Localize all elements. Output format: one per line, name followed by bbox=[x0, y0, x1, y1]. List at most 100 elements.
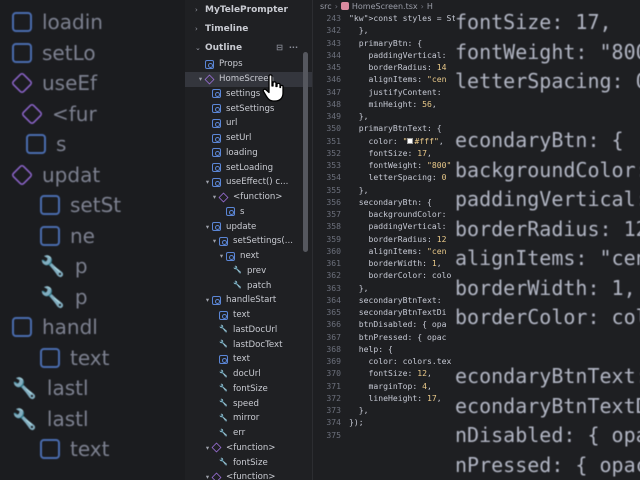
section-timeline[interactable]: › Timeline bbox=[185, 19, 312, 38]
code-line: 372 lineHeight: 17, bbox=[313, 392, 455, 404]
outline-item[interactable]: 🔧 fontSize bbox=[185, 455, 312, 470]
function-icon bbox=[10, 71, 34, 95]
chevron-down-icon[interactable]: ▾ bbox=[217, 252, 226, 260]
line-number: 372 bbox=[326, 392, 341, 403]
section-project[interactable]: › MyTelePrompter bbox=[185, 0, 312, 19]
outline-item[interactable]: 🔧 docUrl bbox=[185, 367, 312, 382]
line-number: 374 bbox=[326, 417, 341, 428]
outline-item[interactable]: 🔧 err bbox=[185, 426, 312, 441]
code-text: primaryBtn: { bbox=[349, 37, 423, 48]
breadcrumb-file[interactable]: HomeScreen.tsx bbox=[352, 2, 418, 11]
line-number: 350 bbox=[326, 123, 341, 134]
outline-item[interactable]: 🔧 lastDocText bbox=[185, 337, 312, 352]
line-number: 352 bbox=[326, 147, 341, 158]
outline-item[interactable]: Props bbox=[185, 57, 312, 72]
code-line: 342 }, bbox=[313, 24, 455, 36]
variable-icon bbox=[12, 42, 32, 63]
outline-item-label: next bbox=[240, 251, 260, 262]
code-text: fontSize: 17, bbox=[349, 147, 432, 158]
hand-pointer-cursor-icon bbox=[262, 74, 284, 102]
variable-icon bbox=[219, 354, 228, 364]
outline-item-label: settings bbox=[226, 88, 261, 99]
wrench-icon: 🔧 bbox=[219, 413, 228, 422]
line-number: 346 bbox=[326, 74, 341, 85]
code-line: 363 }, bbox=[313, 282, 455, 294]
variable-icon bbox=[212, 148, 221, 158]
chevron-down-icon[interactable]: ▾ bbox=[203, 296, 212, 304]
outline-item[interactable]: ▾ <function> bbox=[185, 441, 312, 456]
outline-item-label: setSettings(... bbox=[233, 236, 293, 247]
outline-item[interactable]: setSettings bbox=[185, 101, 312, 116]
bg-code-line: fontWeight: "800 bbox=[455, 39, 640, 64]
outline-item-label: text bbox=[233, 310, 250, 321]
outline-item[interactable]: text bbox=[185, 352, 312, 367]
bg-outline-item: setSt bbox=[40, 193, 121, 217]
code-line: 371 marginTop: 4, bbox=[313, 380, 455, 392]
outline-item[interactable]: settings bbox=[185, 87, 312, 102]
outline-item[interactable]: 🔧 speed bbox=[185, 396, 312, 411]
code-text: backgroundColor: bbox=[349, 209, 447, 219]
code-line: 351 color: " #fff", bbox=[313, 135, 455, 147]
outline-item[interactable]: ▾ setSettings(... bbox=[185, 234, 312, 249]
more-actions-icon[interactable]: ··· bbox=[289, 43, 298, 52]
outline-item[interactable]: 🔧 patch bbox=[185, 278, 312, 293]
outline-item-label: patch bbox=[247, 280, 272, 291]
code-text: paddingVertical: bbox=[349, 49, 447, 60]
outline-item[interactable]: ▾ next bbox=[185, 249, 312, 264]
tsx-file-icon bbox=[340, 2, 349, 10]
code-line: 373 }, bbox=[313, 404, 455, 416]
bg-outline-item: 🔧 p bbox=[40, 254, 88, 278]
function-icon bbox=[211, 472, 222, 480]
outline-item[interactable]: setUrl bbox=[185, 131, 312, 146]
outline-item[interactable]: 🔧 lastDocUrl bbox=[185, 323, 312, 338]
outline-item[interactable]: 🔧 prev bbox=[185, 264, 312, 279]
code-line: 343 primaryBtn: { bbox=[313, 37, 455, 49]
bg-code-line: borderColor: col bbox=[455, 305, 640, 329]
chevron-down-icon[interactable]: ▾ bbox=[203, 444, 212, 452]
function-icon bbox=[10, 163, 34, 186]
bg-outline-item: loadin bbox=[12, 10, 103, 34]
breadcrumb: src › HomeScreen.tsx › H bbox=[313, 0, 455, 12]
outline-item[interactable]: ▾ <function> bbox=[185, 470, 312, 480]
bg-outline-label: useEf bbox=[42, 71, 98, 95]
outline-item[interactable]: ▾ HomeScreen bbox=[185, 71, 312, 87]
outline-item[interactable]: 🔧 mirror bbox=[185, 411, 312, 426]
line-number: 368 bbox=[326, 343, 341, 354]
outline-item[interactable]: ▾ update bbox=[185, 219, 312, 234]
collapse-all-icon[interactable]: ⊟ bbox=[276, 43, 283, 52]
chevron-down-icon[interactable]: ▾ bbox=[210, 237, 219, 245]
code-text: borderRadius: 12 bbox=[349, 233, 447, 244]
line-number: 342 bbox=[326, 25, 341, 36]
chevron-down-icon[interactable]: ▾ bbox=[203, 178, 212, 186]
breadcrumb-symbol[interactable]: H bbox=[427, 2, 433, 11]
outline-item[interactable]: setLoading bbox=[185, 160, 312, 175]
code-text: fontSize: 12, bbox=[349, 368, 432, 379]
code-editor[interactable]: src › HomeScreen.tsx › H 243 "kw">const s… bbox=[313, 0, 455, 480]
code-line: 355 }, bbox=[313, 184, 455, 196]
code-text: paddingVertical: bbox=[349, 221, 447, 232]
outline-item[interactable]: text bbox=[185, 308, 312, 323]
outline-item[interactable]: ▾ <function> bbox=[185, 190, 312, 205]
breadcrumb-folder[interactable]: src bbox=[320, 2, 332, 11]
bg-outline-item: useEf bbox=[10, 71, 98, 95]
outline-item[interactable]: ▾ useEffect() c... bbox=[185, 175, 312, 190]
sidebar-scrollbar[interactable] bbox=[303, 52, 308, 252]
bg-outline-item: 🔧 lastl bbox=[12, 407, 89, 431]
variable-icon bbox=[212, 133, 221, 143]
section-outline[interactable]: ⌄ Outline ⊟ ··· bbox=[185, 38, 312, 57]
outline-tools: ⊟ ··· bbox=[276, 43, 298, 52]
outline-item[interactable]: 🔧 fontSize bbox=[185, 382, 312, 397]
chevron-down-icon[interactable]: ▾ bbox=[203, 223, 212, 231]
wrench-icon: 🔧 bbox=[219, 399, 228, 408]
outline-item[interactable]: s bbox=[185, 205, 312, 220]
code-text: }, bbox=[349, 405, 369, 415]
line-number: 344 bbox=[326, 49, 341, 60]
outline-item[interactable]: url bbox=[185, 116, 312, 131]
outline-title: Outline bbox=[205, 42, 243, 53]
outline-item[interactable]: loading bbox=[185, 146, 312, 161]
line-number: 343 bbox=[326, 37, 341, 48]
code-text: secondaryBtn: { bbox=[349, 196, 432, 207]
code-line: 367 btnPressed: { opac bbox=[313, 331, 455, 343]
code-text: borderWidth: 1, bbox=[349, 258, 442, 268]
outline-item[interactable]: ▾ handleStart bbox=[185, 293, 312, 308]
